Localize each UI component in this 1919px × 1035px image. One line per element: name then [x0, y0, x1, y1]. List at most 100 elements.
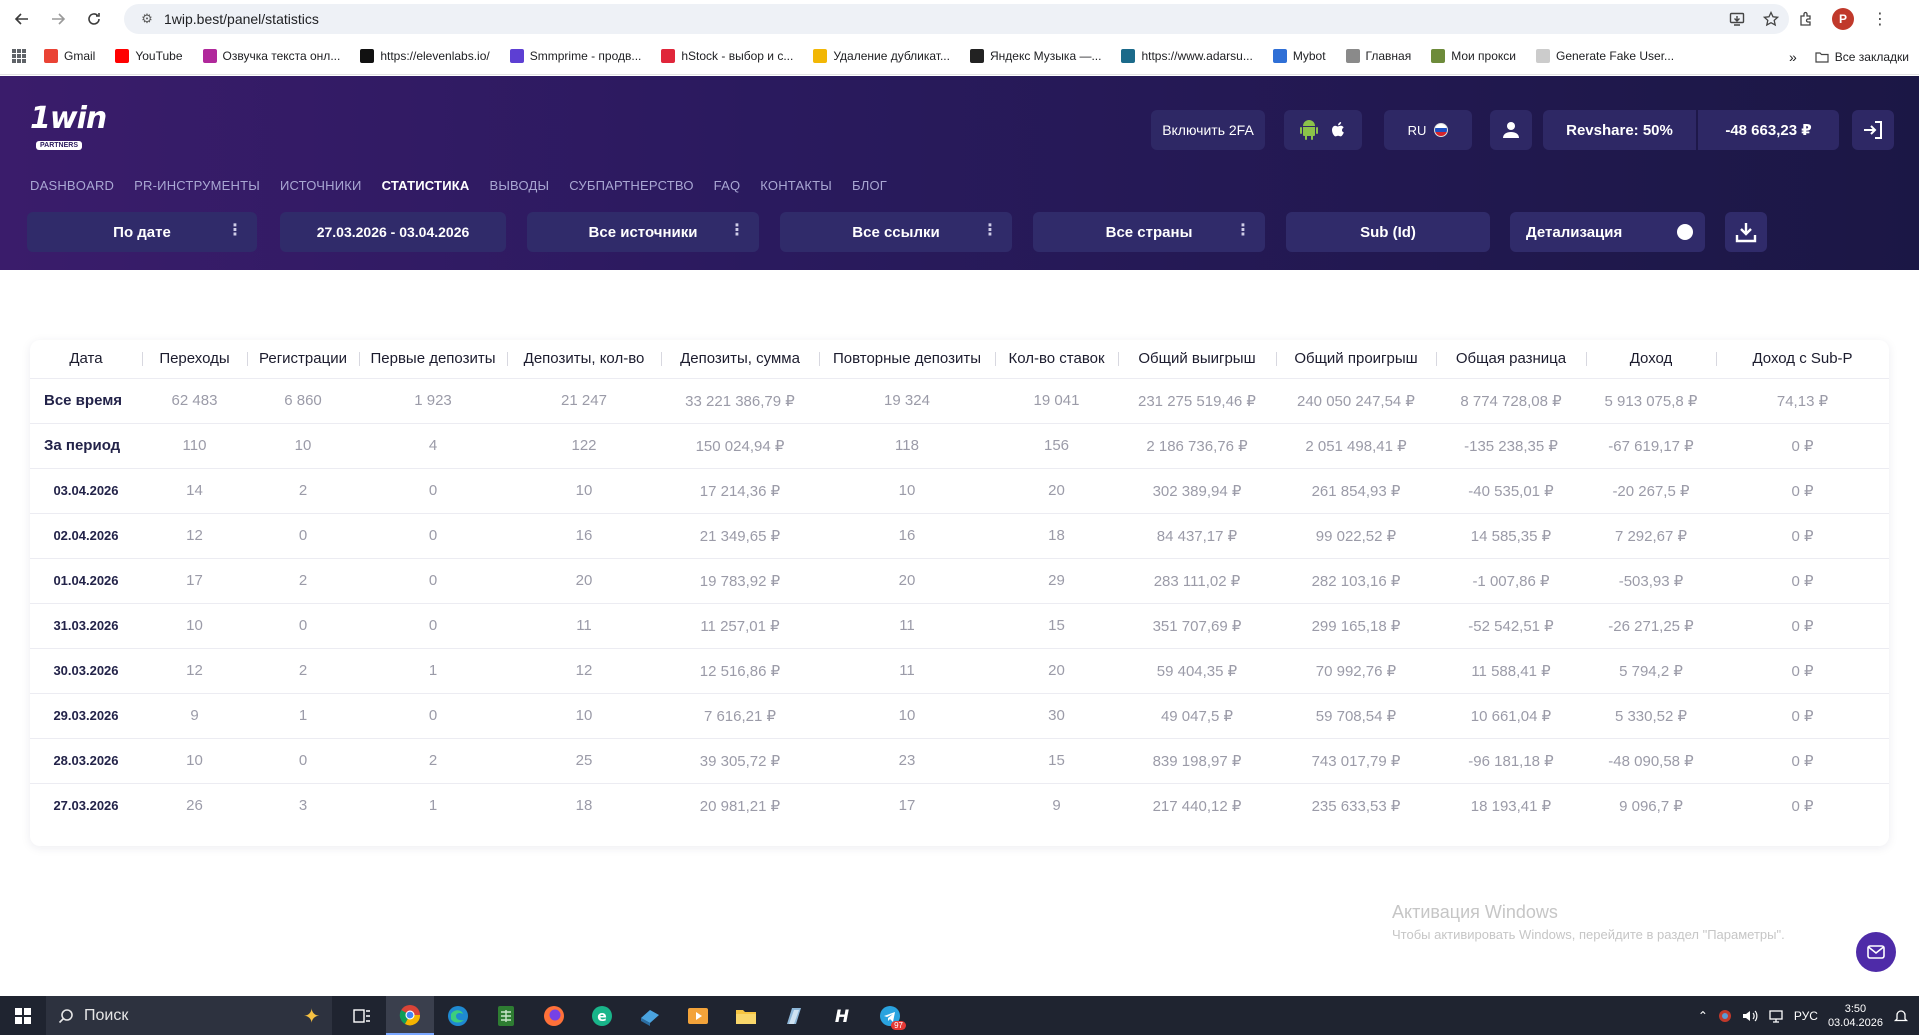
sub-id-select[interactable]: Sub (Id) [1286, 212, 1490, 252]
bookmark-item[interactable]: https://elevenlabs.io/ [350, 42, 499, 70]
bookmark-item[interactable]: https://www.adarsu... [1111, 42, 1262, 70]
bookmark-favicon-icon [813, 49, 828, 63]
taskbar-clock[interactable]: 3:50 03.04.2026 [1828, 1002, 1883, 1030]
bookmark-item[interactable]: YouTube [105, 42, 192, 70]
column-header[interactable]: Переходы [142, 340, 247, 378]
column-header[interactable]: Депозиты, сумма [661, 340, 819, 378]
group-by-date-select[interactable]: По дате ⋮ [27, 212, 257, 252]
address-bar[interactable]: ⚙ 1wip.best/panel/statistics [124, 4, 1789, 34]
table-cell: 118 [895, 437, 919, 454]
support-mail-button[interactable] [1856, 932, 1896, 972]
all-bookmarks-button[interactable]: Все закладки [1815, 50, 1909, 64]
bookmark-item[interactable]: Озвучка текста онл... [193, 42, 351, 70]
language-selector[interactable]: RU [1384, 110, 1472, 150]
nav-item-7[interactable]: КОНТАКТЫ [760, 178, 832, 193]
taskbar-chrome[interactable] [386, 996, 434, 1035]
column-header[interactable]: Доход с Sub-P [1716, 340, 1889, 378]
taskbar-app-notes[interactable] [770, 996, 818, 1035]
column-header[interactable]: Депозиты, кол-во [507, 340, 661, 378]
table-cell: 20 [898, 572, 916, 589]
column-header[interactable]: Регистрации [247, 340, 359, 378]
nav-item-1[interactable]: PR-ИНСТРУМЕНТЫ [134, 178, 260, 193]
bookmark-item[interactable]: Mybot [1263, 42, 1336, 70]
bookmark-item[interactable]: Smmprime - продв... [500, 42, 652, 70]
taskbar-app-sheet[interactable] [482, 996, 530, 1035]
bookmark-favicon-icon [44, 49, 58, 63]
table-cell: 11 [899, 662, 915, 679]
forward-button[interactable] [40, 1, 76, 37]
bookmark-item[interactable]: hStock - выбор и с... [651, 42, 803, 70]
apps-download-button[interactable] [1284, 110, 1362, 150]
nav-item-0[interactable]: DASHBOARD [30, 178, 114, 193]
bookmark-item[interactable]: Главная [1336, 42, 1422, 70]
taskbar-file-explorer[interactable] [722, 996, 770, 1035]
statistics-table-card: Дата Переходы Регистрации Первые депозиты Де… [30, 340, 1889, 846]
balance-display[interactable]: -48 663,23 ₽ [1698, 110, 1839, 150]
nav-item-4[interactable]: ВЫВОДЫ [489, 178, 549, 193]
bookmark-favicon-icon [509, 49, 524, 63]
taskbar-telegram[interactable]: 97 [866, 996, 914, 1035]
star-icon[interactable] [1763, 11, 1779, 27]
column-header[interactable]: Общая разница [1436, 340, 1586, 378]
table-cell: 23 [898, 752, 916, 769]
nav-item-2[interactable]: ИСТОЧНИКИ [280, 178, 362, 193]
links-select[interactable]: Все ссылки ⋮ [780, 212, 1012, 252]
table-cell: 12 516,86 ₽ [699, 662, 781, 680]
notification-icon[interactable] [1893, 1008, 1909, 1024]
tray-chevron-up-icon[interactable]: ⌃ [1698, 1009, 1708, 1023]
tray-app-icon[interactable] [1718, 1009, 1732, 1023]
column-header[interactable]: Общий проигрыш [1276, 340, 1436, 378]
taskbar-app-blue[interactable] [626, 996, 674, 1035]
table-cell: -52 542,51 ₽ [1468, 617, 1554, 635]
e-app-icon: e [592, 1005, 612, 1026]
enable-2fa-button[interactable]: Включить 2FA [1151, 110, 1265, 150]
download-button[interactable] [1725, 212, 1767, 252]
network-icon[interactable] [1768, 1009, 1784, 1023]
bookmark-item[interactable]: Удаление дубликат... [803, 42, 960, 70]
bookmark-item[interactable]: Яндекс Музыка —... [960, 42, 1111, 70]
taskbar-app-h[interactable]: H [818, 996, 866, 1035]
taskbar-search[interactable]: Поиск ✦ [46, 996, 332, 1035]
bookmark-item[interactable]: Generate Fake User... [1526, 42, 1684, 70]
bookmark-item[interactable]: Мои прокси [1421, 42, 1526, 70]
extensions-icon[interactable] [1798, 11, 1814, 27]
logout-button[interactable] [1852, 110, 1894, 150]
nav-item-3[interactable]: СТАТИСТИКА [382, 178, 470, 193]
bookmarks-overflow-icon[interactable]: » [1789, 49, 1797, 65]
countries-select[interactable]: Все страны ⋮ [1033, 212, 1265, 252]
taskbar-firefox[interactable] [530, 996, 578, 1035]
profile-avatar[interactable]: P [1832, 8, 1854, 30]
taskbar-edge[interactable] [434, 996, 482, 1035]
table-cell: 11 [576, 617, 592, 634]
sources-select[interactable]: Все источники ⋮ [527, 212, 759, 252]
table-cell: 0 [298, 527, 308, 544]
install-app-icon[interactable] [1729, 11, 1745, 27]
toggle-knob[interactable] [1677, 224, 1693, 240]
column-header[interactable]: Кол-во ставок [995, 340, 1118, 378]
column-header[interactable]: Дата [30, 340, 142, 378]
bookmark-item[interactable]: Gmail [34, 42, 105, 70]
back-button[interactable] [4, 1, 40, 37]
task-view-button[interactable] [338, 996, 386, 1035]
nav-item-8[interactable]: БЛОГ [852, 178, 887, 193]
start-button[interactable] [0, 996, 46, 1035]
keyboard-language[interactable]: РУС [1794, 1009, 1818, 1023]
column-header[interactable]: Первые депозиты [359, 340, 507, 378]
browser-menu-icon[interactable]: ⋮ [1872, 9, 1888, 29]
table-cell: 0 [428, 707, 438, 724]
column-header[interactable]: Повторные депозиты [819, 340, 995, 378]
apps-grid-icon[interactable] [12, 49, 26, 63]
detail-toggle[interactable]: Детализация [1510, 212, 1705, 252]
taskbar-media-player[interactable] [674, 996, 722, 1035]
profile-button[interactable] [1490, 110, 1532, 150]
date-range-picker[interactable]: 27.03.2026 - 03.04.2026 [280, 212, 506, 252]
clock-time: 3:50 [1844, 1002, 1867, 1015]
nav-item-6[interactable]: FAQ [714, 178, 741, 193]
nav-item-5[interactable]: СУБПАРТНЕРСТВО [569, 178, 693, 193]
site-info-icon[interactable]: ⚙ [132, 11, 162, 27]
reload-button[interactable] [76, 1, 112, 37]
taskbar-app-e[interactable]: e [578, 996, 626, 1035]
column-header[interactable]: Доход [1586, 340, 1716, 378]
speaker-icon[interactable] [1742, 1009, 1758, 1023]
column-header[interactable]: Общий выигрыш [1118, 340, 1276, 378]
